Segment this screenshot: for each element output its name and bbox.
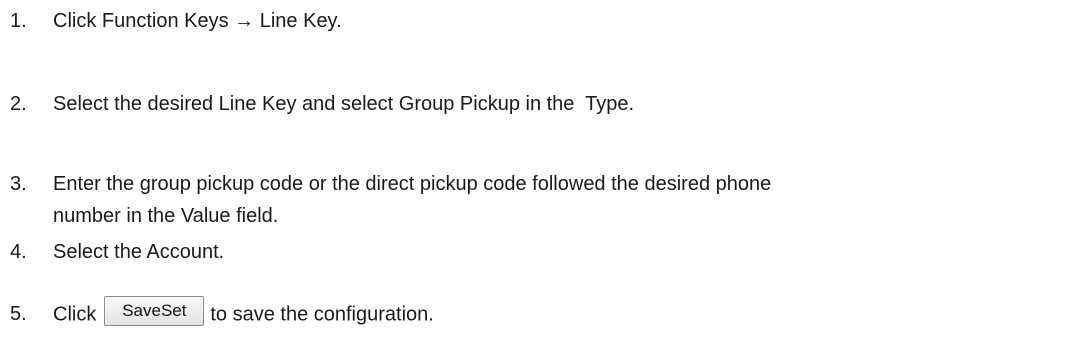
step-text-line-2: number in the Value field.	[53, 205, 279, 227]
step-text-after: to save the configuration.	[210, 303, 434, 326]
step-text: Select the Account.	[53, 241, 225, 263]
step-4: 4. Select the Account.	[10, 238, 1055, 266]
step-number: 4.	[10, 241, 27, 263]
step-number: 2.	[10, 93, 27, 115]
step-1: 1. Click Function Keys → Line Key.	[10, 7, 1055, 35]
step-text-line-1: Enter the group pickup code or the direc…	[53, 173, 772, 195]
step-text: Click Function Keys → Line Key.	[53, 10, 342, 32]
step-3: 3. Enter the group pickup code or the di…	[10, 170, 1055, 230]
step-text: Select the desired Line Key and select G…	[53, 93, 635, 115]
step-5: 5. Click SaveSet to save the configuration…	[10, 292, 1055, 330]
step-2: 2. Select the desired Line Key and selec…	[10, 90, 1055, 118]
step-number: 1.	[10, 10, 27, 32]
step-text: Enter the group pickup code or the direc…	[53, 170, 1055, 230]
step-text-before: Click	[53, 303, 97, 326]
step-number: 3.	[10, 173, 27, 195]
step-text: Click SaveSet to save the configuration.	[53, 292, 1055, 330]
step-number: 5.	[10, 303, 27, 325]
saveset-button[interactable]: SaveSet	[104, 296, 205, 326]
